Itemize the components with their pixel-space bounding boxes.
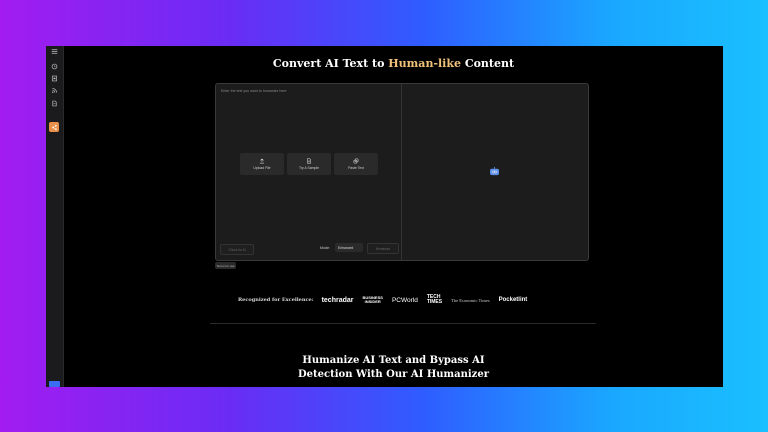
document-icon[interactable]: [50, 74, 59, 83]
paste-icon: [353, 158, 359, 164]
title-highlight: Human-like: [388, 57, 461, 70]
techradar-logo: techradar: [321, 296, 354, 304]
try-sample-label: Try A Sample: [298, 166, 320, 170]
recognized-strip: Recognized for Excellence: techradar BUS…: [238, 294, 536, 306]
section-heading: Humanize AI Text and Bypass AI Detection…: [64, 354, 723, 382]
recognized-label: Recognized for Excellence:: [238, 297, 314, 303]
section-divider: [210, 323, 596, 324]
input-actions: Upload File Try A Sample Paste Text: [240, 153, 378, 175]
output-pane: [402, 84, 588, 260]
mode-label: Mode:: [320, 246, 330, 250]
menu-icon[interactable]: [50, 47, 59, 56]
business-insider-logo: BUSINESS INSIDER: [362, 294, 383, 304]
main-content: Convert AI Text to Human-like Content En…: [64, 46, 723, 387]
pcworld-logo: PCWorld: [391, 296, 418, 304]
section-heading-line-1: Humanize AI Text and Bypass AI: [302, 355, 485, 366]
title-suffix: Content: [464, 57, 515, 70]
share-icon[interactable]: [49, 122, 59, 132]
chat-widget-button[interactable]: [49, 381, 60, 387]
tech-times-logo: TECH TIMES: [426, 293, 443, 305]
paste-text-label: Paste Text: [348, 166, 364, 170]
file-icon[interactable]: [50, 99, 59, 108]
page-title: Convert AI Text to Human-like Content: [64, 57, 723, 70]
mode-select[interactable]: Enhanced: [335, 243, 363, 252]
input-placeholder[interactable]: Enter the text you want to humanize here: [221, 89, 287, 93]
humanize-button[interactable]: Humanize: [367, 243, 399, 254]
document-icon: [307, 158, 311, 164]
robot-icon: [490, 167, 499, 176]
try-sample-button[interactable]: Try A Sample: [287, 153, 331, 175]
upload-file-label: Upload File: [253, 166, 271, 170]
terms-link[interactable]: Terms for use: [215, 262, 236, 269]
humanizer-editor: Enter the text you want to humanize here…: [215, 83, 589, 261]
section-heading-line-2: Detection With Our AI Humanizer: [298, 369, 489, 380]
economic-times-logo: The Economic Times: [451, 297, 490, 303]
paste-text-button[interactable]: Paste Text: [334, 153, 378, 175]
upload-icon: [259, 158, 265, 164]
pocketlint-logo: Pocketlint: [498, 297, 528, 303]
history-icon[interactable]: [50, 62, 59, 71]
title-prefix: Convert AI Text to: [272, 57, 385, 70]
sidebar: [46, 46, 64, 387]
upload-file-button[interactable]: Upload File: [240, 153, 284, 175]
app-window: Convert AI Text to Human-like Content En…: [46, 46, 723, 387]
input-pane[interactable]: Enter the text you want to humanize here…: [216, 84, 402, 260]
rss-icon[interactable]: [50, 86, 59, 95]
check-for-ai-button[interactable]: Check for AI: [220, 244, 254, 255]
